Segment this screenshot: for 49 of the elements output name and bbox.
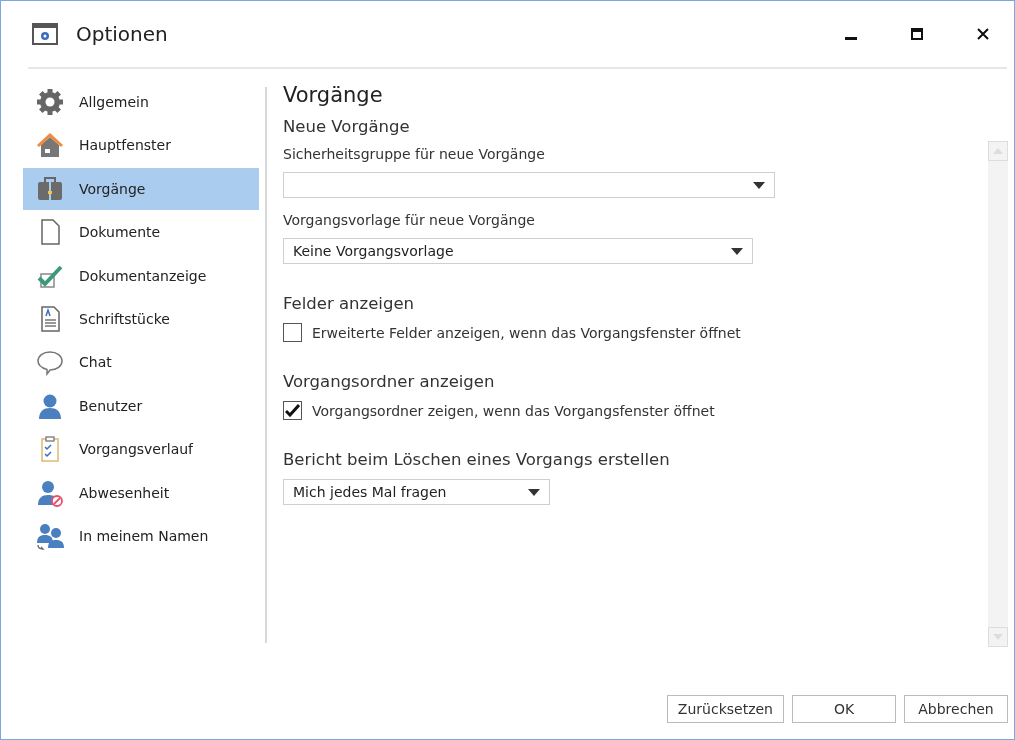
sidebar-item-label: Hauptfenster [79, 137, 171, 154]
dropdown-arrow-icon [731, 247, 743, 255]
dropdown-arrow-icon [528, 488, 540, 496]
sidebar-item[interactable]: Abwesenheit [23, 471, 259, 514]
dialog-button[interactable]: Abbrechen [904, 695, 1008, 723]
dropdown-field[interactable]: Mich jedes Mal fragen [283, 479, 550, 505]
sidebar-item[interactable]: Benutzer [23, 384, 259, 427]
close-icon [977, 28, 989, 40]
sidebar-item[interactable]: Vorgänge [23, 167, 259, 210]
dropdown-arrow-icon [753, 181, 765, 189]
sidebar-item-label: Dokumente [79, 224, 161, 241]
sidebar-item-label: Dokumentanzeige [79, 267, 207, 284]
sidebar-item[interactable]: Allgemein [23, 81, 259, 123]
sidebar-item[interactable]: Dokumentanzeige [23, 254, 259, 297]
sidebar-item-label: Vorgangsverlauf [79, 441, 193, 458]
sidebar-item-label: Vorgänge [79, 180, 146, 197]
section-heading: Bericht beim Löschen eines Vorgangs erstellen [283, 450, 671, 469]
maximize-icon [911, 28, 923, 40]
checkbox[interactable] [283, 323, 302, 342]
sidebar-item-label: Abwesenheit [79, 484, 170, 501]
checkbox-label: Vorgangsordner zeigen, wenn das Vorgangsfenster öffnet [312, 402, 715, 419]
checkbox-label: Erweiterte Felder anzeigen, wenn das Vorgangsfenster öffnet [312, 324, 741, 341]
section-heading: Neue Vorgänge [283, 117, 411, 136]
section-heading: Vorgangsordner anzeigen [283, 372, 496, 391]
field-label: Sicherheitsgruppe für neue Vorgänge [283, 146, 546, 162]
dialog-button[interactable]: Zurücksetzen [666, 695, 784, 723]
sidebar-item[interactable]: Schriftstücke [23, 297, 259, 340]
dropdown-field[interactable]: Keine Vorgangsvorlage [283, 238, 753, 264]
window-title: Optionen [76, 22, 169, 46]
sidebar-item-label: Schriftstücke [79, 310, 170, 327]
sidebar-item[interactable]: Dokumente [23, 211, 259, 254]
field-label: Vorgangsvorlage für neue Vorgänge [283, 212, 536, 228]
dropdown-field[interactable] [283, 172, 775, 198]
sidebar-item[interactable]: In meinem Namen [23, 514, 259, 557]
page-title: Vorgänge [283, 83, 384, 107]
checkbox[interactable] [283, 401, 302, 420]
settings-window-icon [32, 23, 58, 45]
sidebar-item-label: In meinem Namen [79, 527, 209, 544]
sidebar-item[interactable]: Chat [23, 341, 259, 384]
dialog-button[interactable]: OK [792, 695, 896, 723]
sidebar-item-label: Allgemein [79, 94, 149, 110]
scrollbar[interactable] [988, 141, 1008, 647]
gear-icon [35, 87, 65, 117]
sidebar-item-label: Chat [79, 354, 112, 371]
sidebar-item[interactable]: Vorgangsverlauf [23, 428, 259, 471]
sidebar-item[interactable]: Hauptfenster [23, 124, 259, 167]
section-heading: Felder anzeigen [283, 294, 416, 313]
sidebar-item-label: Benutzer [79, 397, 143, 414]
minimize-icon [845, 37, 857, 40]
